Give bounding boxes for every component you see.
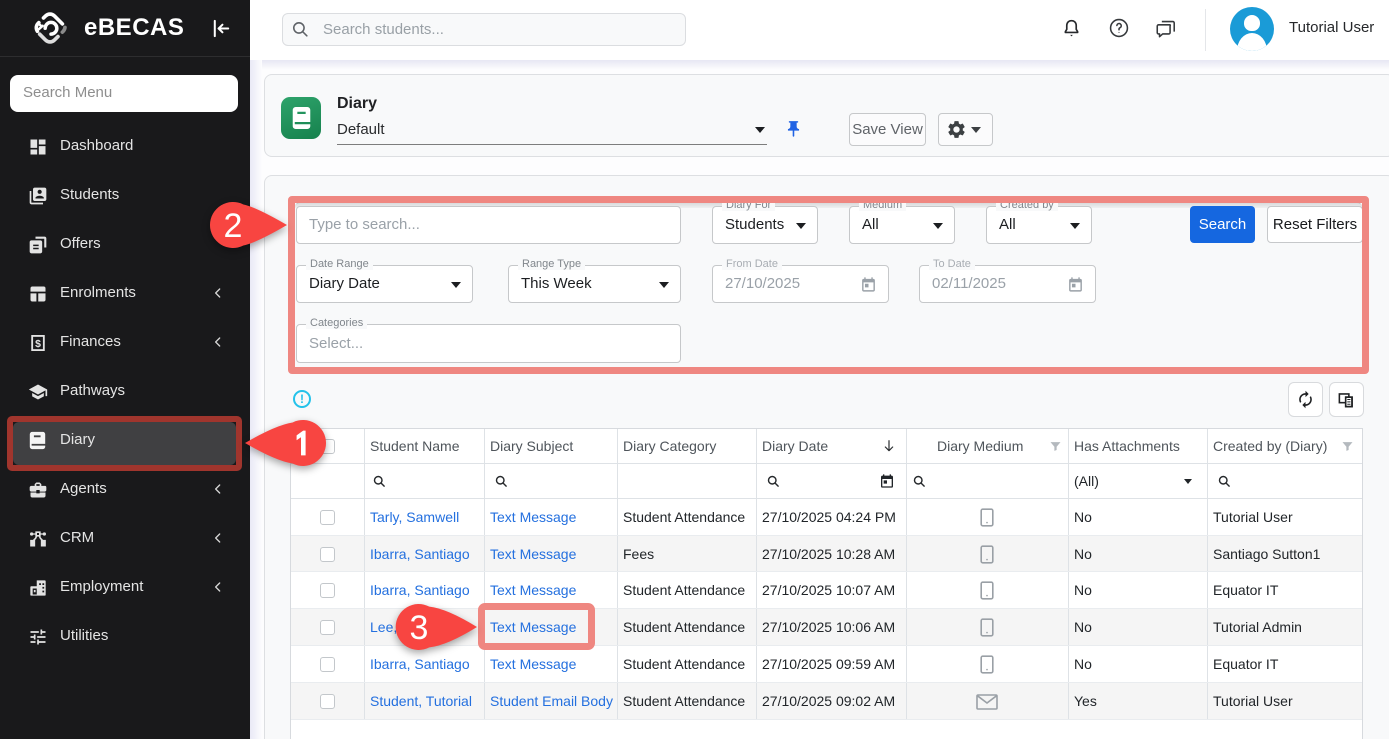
svg-text:$: $ <box>35 339 41 350</box>
